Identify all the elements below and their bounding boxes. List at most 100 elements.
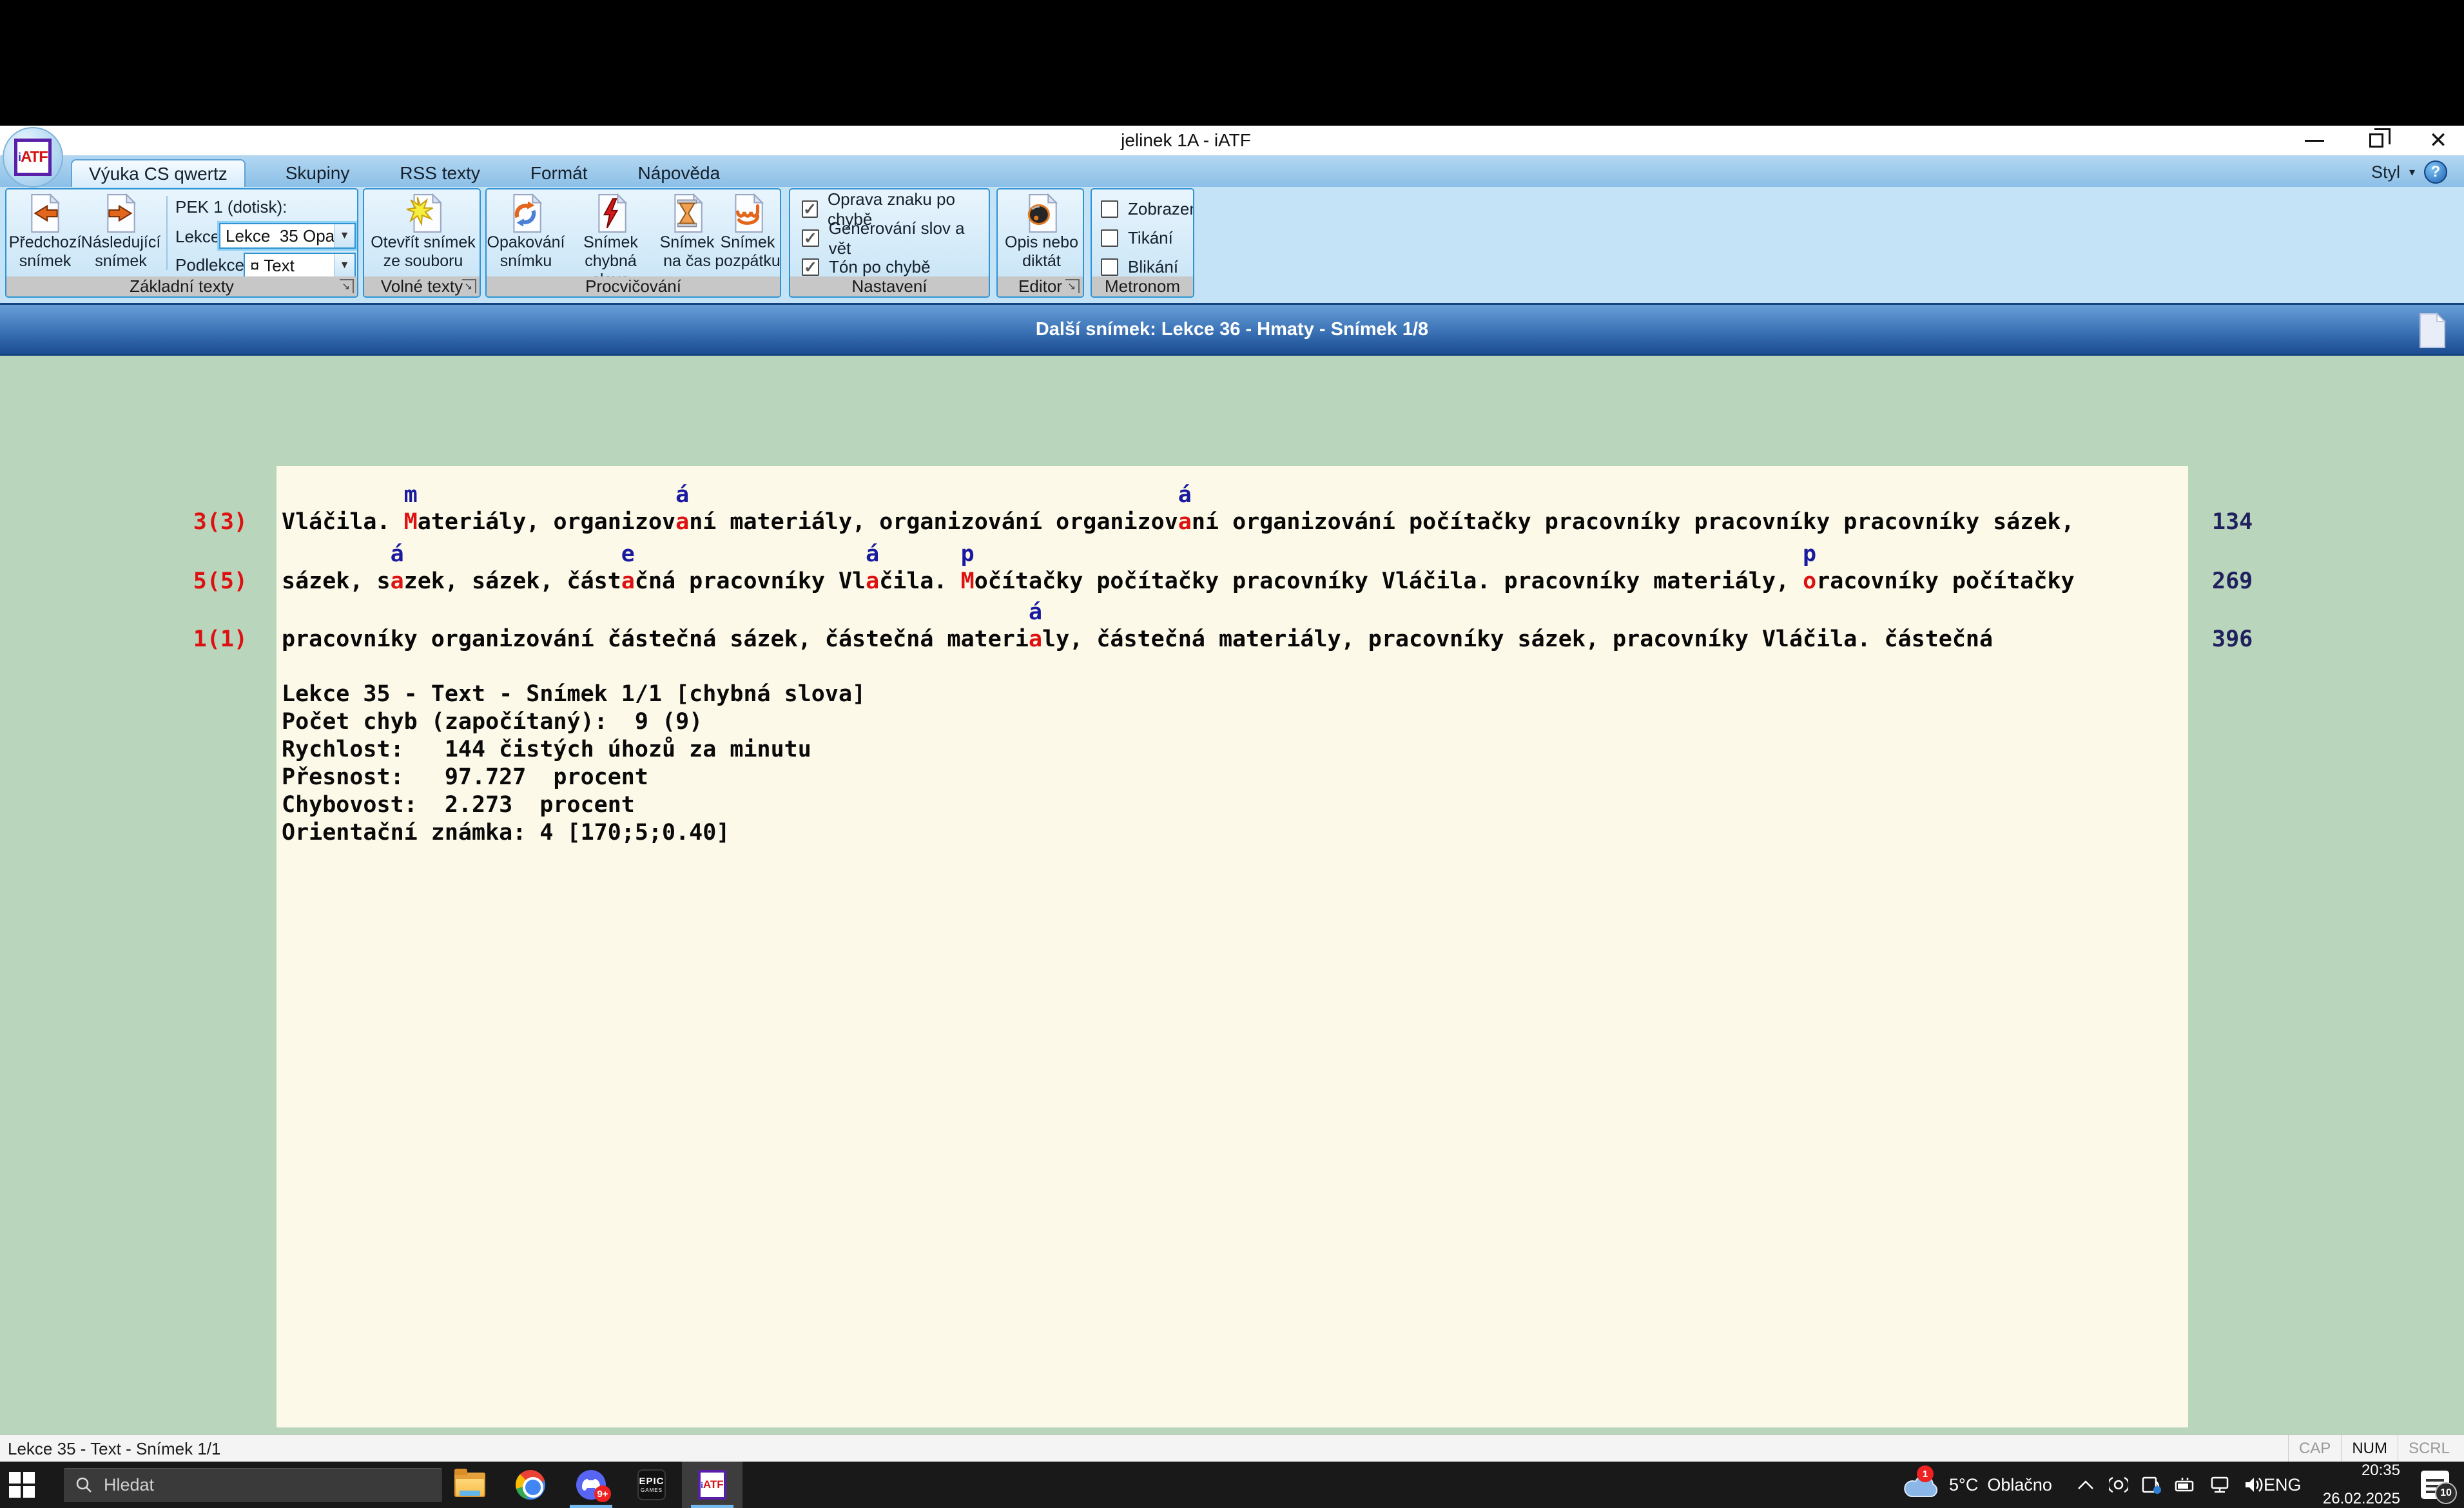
search-placeholder: Hledat xyxy=(104,1475,154,1495)
error-letter: a xyxy=(866,568,879,594)
error-letter: a xyxy=(391,568,404,594)
checked-checkbox-icon[interactable]: ✓ xyxy=(802,200,818,218)
group-label: Metronom xyxy=(1092,276,1193,296)
close-button[interactable]: ✕ xyxy=(2424,126,2452,155)
checked-checkbox-icon[interactable]: ✓ xyxy=(802,229,819,247)
checked-checkbox-icon[interactable]: ✓ xyxy=(802,258,819,276)
tab-4[interactable]: Formát xyxy=(520,159,598,187)
discord-button[interactable]: 9+ xyxy=(561,1462,621,1508)
indicator-num: NUM xyxy=(2341,1435,2398,1462)
stat-line: Orientační známka: 4 [170;5;0.40] xyxy=(282,819,866,847)
document-icon[interactable] xyxy=(2419,313,2446,349)
indicator-cap: CAP xyxy=(2288,1435,2341,1462)
error-letter: a xyxy=(1029,626,1042,652)
search-box[interactable]: Hledat xyxy=(64,1468,441,1502)
stat-line: Počet chyb (započítaný): 9 (9) xyxy=(282,708,866,736)
group-label: Procvičování xyxy=(487,276,780,296)
status-text: Lekce 35 - Text - Snímek 1/1 xyxy=(8,1435,220,1462)
stroke-count: 269 xyxy=(2212,568,2253,594)
typed-text-line: Vláčila. Materiály, organizovaní materiá… xyxy=(282,509,2075,535)
start-button[interactable] xyxy=(9,1472,35,1498)
checkbox-label: Generování slov a vět xyxy=(829,218,989,258)
checkbox-label: Tikání xyxy=(1128,228,1173,248)
rotation-lock-tray-icon[interactable] xyxy=(2141,1475,2162,1494)
error-words-slide-button[interactable]: Snímek chybná slova xyxy=(564,193,657,289)
error-counter: 3(3) xyxy=(180,509,247,535)
battery-tray-icon[interactable] xyxy=(2175,1475,2197,1494)
backwards-slide-button[interactable]: Snímek pozpátku xyxy=(716,193,779,271)
group-zakladni-texty: Předchozí snímek Následující snímek PEK … xyxy=(5,188,358,298)
correction-letters: m á á xyxy=(282,482,1192,508)
tab-3[interactable]: RSS texty xyxy=(389,159,490,187)
group-editor: Opis nebo diktát Editor ↘ xyxy=(996,188,1084,298)
app-menu-button[interactable]: iATF xyxy=(3,127,63,188)
checkbox-label: Tón po chybě xyxy=(829,257,931,277)
group-volne-texty: Otevřít snímek ze souboru Volné texty ↘ xyxy=(363,188,481,298)
previous-slide-button[interactable]: Předchozí snímek xyxy=(13,193,77,271)
dialog-launcher-icon[interactable]: ↘ xyxy=(340,279,354,293)
chrome-button[interactable] xyxy=(500,1462,561,1508)
tab-5[interactable]: Nápověda xyxy=(628,159,731,187)
clock[interactable]: 20:35 26.02.2025 xyxy=(2318,1462,2400,1508)
repeat-slide-button[interactable]: Opakování snímku xyxy=(490,193,561,271)
tab-2[interactable]: Skupiny xyxy=(275,159,360,187)
divider xyxy=(166,196,168,270)
stat-line: Chybovost: 2.273 procent xyxy=(282,791,866,819)
error-counter: 5(5) xyxy=(180,568,247,594)
stat-line: Rychlost: 144 čistých úhozů za minutu xyxy=(282,736,866,764)
correction-letters: á xyxy=(282,599,1042,625)
epic-games-button[interactable]: EPIC GAMES xyxy=(621,1462,682,1508)
stroke-count: 396 xyxy=(2212,626,2253,652)
checkbox-generov-n-slov-a-v-t[interactable]: ✓Generování slov a vět xyxy=(802,224,989,253)
minimize-button[interactable] xyxy=(2300,126,2329,155)
restore-button[interactable] xyxy=(2362,126,2391,155)
unchecked-checkbox-icon[interactable] xyxy=(1101,200,1118,218)
weather-widget[interactable]: 1 5°C Oblačno xyxy=(1903,1462,2052,1508)
clock-time: 20:35 xyxy=(2362,1461,2400,1480)
volume-tray-icon[interactable] xyxy=(2243,1475,2265,1494)
screen: jelinek 1A - iATF ✕ iATF Výuka CS qwertz… xyxy=(0,0,2464,1508)
backwards-icon xyxy=(730,193,766,233)
notification-center-button[interactable]: 10 xyxy=(2421,1462,2449,1508)
next-slide-button[interactable]: Následující snímek xyxy=(81,193,161,271)
unchecked-checkbox-icon[interactable] xyxy=(1101,258,1118,276)
repeat-icon xyxy=(508,193,544,233)
chevron-down-icon[interactable]: ▾ xyxy=(2409,166,2415,179)
chevron-down-icon[interactable]: ▼ xyxy=(334,224,354,247)
lekce-dropdown[interactable]: Lekce 35 Opak. ▼ xyxy=(219,223,356,249)
notification-badge: 10 xyxy=(2435,1482,2457,1504)
dialog-launcher-icon[interactable]: ↘ xyxy=(1065,279,1080,293)
lekce-label: Lekce: xyxy=(175,227,225,247)
unchecked-checkbox-icon[interactable] xyxy=(1101,229,1118,247)
iatf-app-button[interactable]: iATF xyxy=(682,1462,742,1508)
tab-1[interactable]: Výuka CS qwertz xyxy=(71,159,246,187)
correction-letters: á e á p p xyxy=(282,541,1816,567)
stroke-count: 134 xyxy=(2212,509,2253,535)
clock-date: 26.02.2025 xyxy=(2323,1489,2400,1508)
chevron-down-icon[interactable]: ▼ xyxy=(334,254,354,277)
network-tray-icon[interactable] xyxy=(2209,1475,2230,1494)
checkbox-tik-n-[interactable]: Tikání xyxy=(1101,224,1194,253)
group-procvicovani: Opakování snímku Snímek chybná slova xyxy=(485,188,781,298)
language-indicator[interactable]: ENG xyxy=(2264,1462,2302,1508)
nastaveni-checkboxes: ✓Oprava znaku po chybě✓Generování slov a… xyxy=(802,195,989,282)
metronom-checkboxes: ZobrazeníTikáníBlikání xyxy=(1101,195,1194,282)
checkbox-zobrazen-[interactable]: Zobrazení xyxy=(1101,195,1194,224)
help-button[interactable]: ? xyxy=(2424,160,2447,184)
file-explorer-button[interactable] xyxy=(440,1462,500,1508)
weather-badge: 1 xyxy=(1917,1465,1934,1482)
discord-badge: 9+ xyxy=(594,1485,611,1502)
ribbon-tabs: Výuka CS qwertz Skupiny RSS texty Formát Náp… xyxy=(71,159,730,187)
iatf-logo-icon: iATF xyxy=(14,139,52,176)
window-title: jelinek 1A - iATF xyxy=(0,126,2372,155)
timed-slide-button[interactable]: Snímek na čas xyxy=(659,193,715,271)
title-bar: jelinek 1A - iATF ✕ xyxy=(0,126,2464,155)
podlekce-dropdown[interactable]: ¤ Text ▼ xyxy=(244,253,356,278)
tray-chevron-button[interactable] xyxy=(2077,1462,2095,1508)
dialog-launcher-icon[interactable]: ↘ xyxy=(462,279,476,293)
camera-tray-icon[interactable] xyxy=(2109,1475,2128,1494)
typing-workspace: 3(3) m á áVláčila. Materiály, organizova… xyxy=(0,356,2464,1435)
open-slide-from-file-button[interactable]: Otevřít snímek ze souboru xyxy=(367,193,479,271)
style-menu[interactable]: Styl xyxy=(2371,162,2400,182)
copy-or-dictation-button[interactable]: Opis nebo diktát xyxy=(1000,193,1083,271)
